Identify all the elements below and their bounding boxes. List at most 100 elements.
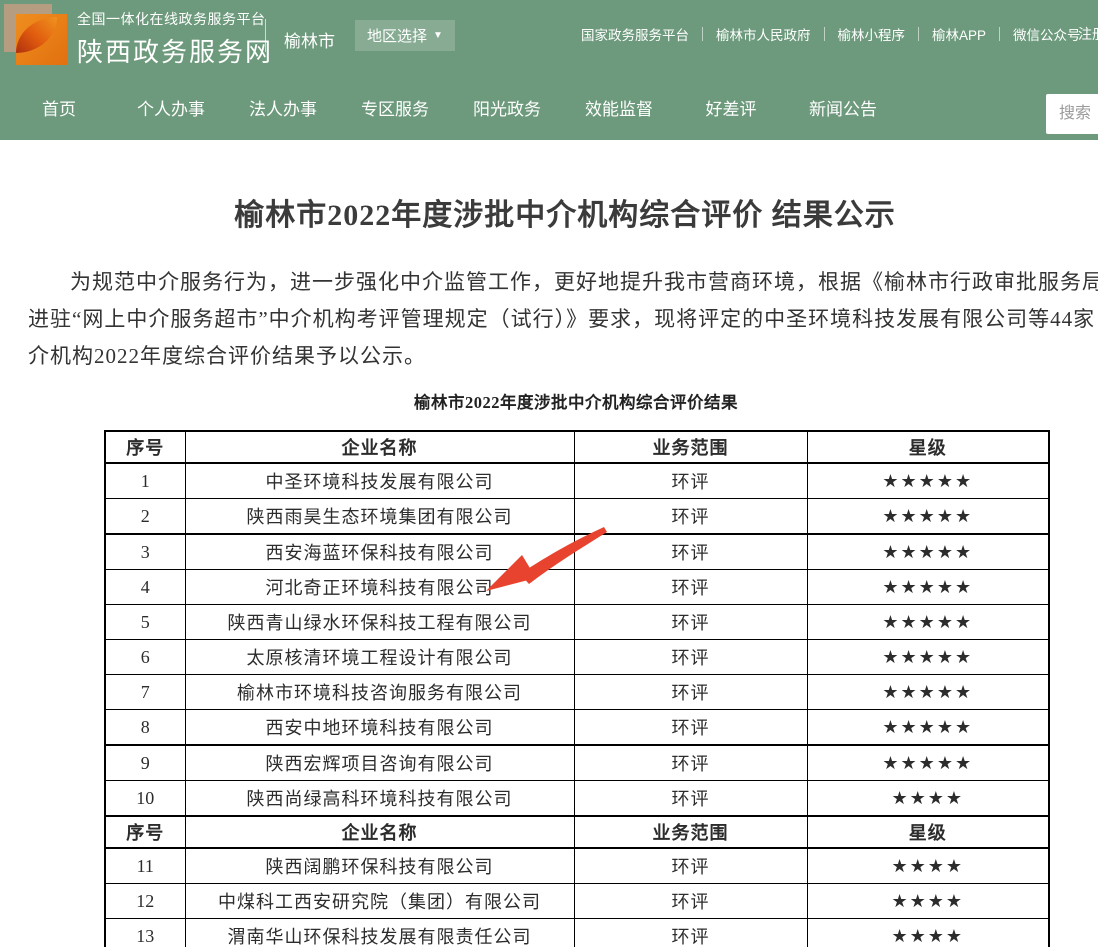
column-header: 星级 bbox=[807, 816, 1049, 848]
table-header-row: 序号企业名称业务范围星级 bbox=[105, 431, 1049, 463]
notice-paragraph: 为规范中介服务行为，进一步强化中介监管工作，更好地提升我市营商环境，根据《榆林市… bbox=[28, 264, 1098, 375]
name-value: 河北奇正环境科技有限公司 bbox=[185, 570, 574, 605]
table-row: 6太原核清环境工程设计有限公司环评★★★★★ bbox=[105, 640, 1049, 675]
star-value: ★★★★★ bbox=[807, 499, 1049, 535]
star-value: ★★★★★ bbox=[807, 570, 1049, 605]
table-row: 5陕西青山绿水环保科技工程有限公司环评★★★★★ bbox=[105, 605, 1049, 640]
column-header: 序号 bbox=[105, 816, 185, 848]
star-value: ★★★★★ bbox=[807, 463, 1049, 499]
no-value: 7 bbox=[105, 675, 185, 710]
top-links: 国家政务服务平台榆林市人民政府榆林小程序榆林APP微信公众号 bbox=[568, 24, 1094, 44]
nav-item[interactable]: 新闻公告 bbox=[787, 92, 899, 128]
table-row: 9陕西宏辉项目咨询有限公司环评★★★★★ bbox=[105, 745, 1049, 781]
star-value: ★★★★ bbox=[807, 848, 1049, 884]
no-value: 1 bbox=[105, 463, 185, 499]
star-value: ★★★★★ bbox=[807, 605, 1049, 640]
nav-item[interactable]: 首页 bbox=[3, 92, 115, 128]
scope-value: 环评 bbox=[574, 640, 807, 675]
no-value: 6 bbox=[105, 640, 185, 675]
nav-item[interactable]: 好差评 bbox=[675, 92, 787, 128]
table-row: 11陕西阔鹏环保科技有限公司环评★★★★ bbox=[105, 848, 1049, 884]
scope-value: 环评 bbox=[574, 884, 807, 919]
no-value: 9 bbox=[105, 745, 185, 781]
page: 全国一体化在线政务服务平台 陕西政务服务网 榆林市 地区选择 ▼ 国家政务服务平… bbox=[0, 0, 1098, 947]
site-name: 陕西政务服务网 bbox=[77, 32, 273, 69]
column-header: 星级 bbox=[807, 431, 1049, 463]
evaluation-results-table: 序号企业名称业务范围星级1中圣环境科技发展有限公司环评★★★★★2陕西雨昊生态环… bbox=[104, 430, 1050, 947]
column-header: 业务范围 bbox=[574, 431, 807, 463]
column-header: 序号 bbox=[105, 431, 185, 463]
top-link[interactable]: 榆林小程序 bbox=[825, 24, 919, 44]
table-caption: 榆林市2022年度涉批中介机构综合评价结果 bbox=[0, 389, 1098, 413]
chevron-down-icon: ▼ bbox=[433, 31, 443, 41]
star-value: ★★★★★ bbox=[807, 640, 1049, 675]
no-value: 8 bbox=[105, 710, 185, 746]
no-value: 13 bbox=[105, 919, 185, 947]
scope-value: 环评 bbox=[574, 919, 807, 947]
star-value: ★★★★ bbox=[807, 884, 1049, 919]
region-selector-button[interactable]: 地区选择 ▼ bbox=[355, 20, 455, 51]
star-value: ★★★★ bbox=[807, 781, 1049, 817]
column-header: 业务范围 bbox=[574, 816, 807, 848]
name-value: 中圣环境科技发展有限公司 bbox=[185, 463, 574, 499]
no-value: 2 bbox=[105, 499, 185, 535]
page-title: 榆林市2022年度涉批中介机构综合评价 结果公示 bbox=[0, 190, 1098, 234]
scope-value: 环评 bbox=[574, 710, 807, 746]
nav-item[interactable]: 个人办事 bbox=[115, 92, 227, 128]
star-value: ★★★★ bbox=[807, 919, 1049, 947]
name-value: 西安海蓝环保科技有限公司 bbox=[185, 534, 574, 570]
no-value: 5 bbox=[105, 605, 185, 640]
top-link[interactable]: 榆林市人民政府 bbox=[703, 24, 824, 44]
no-value: 4 bbox=[105, 570, 185, 605]
table-row: 12中煤科工西安研究院（集团）有限公司环评★★★★ bbox=[105, 884, 1049, 919]
name-value: 陕西宏辉项目咨询有限公司 bbox=[185, 745, 574, 781]
nav-item[interactable]: 专区服务 bbox=[339, 92, 451, 128]
table-row: 8西安中地环境科技有限公司环评★★★★★ bbox=[105, 710, 1049, 746]
scope-value: 环评 bbox=[574, 745, 807, 781]
table-row: 13渭南华山环保科技发展有限责任公司环评★★★★ bbox=[105, 919, 1049, 947]
scope-value: 环评 bbox=[574, 675, 807, 710]
table-row: 10陕西尚绿高科环境科技有限公司环评★★★★ bbox=[105, 781, 1049, 817]
nav-item[interactable]: 阳光政务 bbox=[451, 92, 563, 128]
name-value: 太原核清环境工程设计有限公司 bbox=[185, 640, 574, 675]
table-row: 3西安海蓝环保科技有限公司环评★★★★★ bbox=[105, 534, 1049, 570]
nav-item[interactable]: 效能监督 bbox=[563, 92, 675, 128]
name-value: 西安中地环境科技有限公司 bbox=[185, 710, 574, 746]
column-header: 企业名称 bbox=[185, 816, 574, 848]
platform-label: 全国一体化在线政务服务平台 bbox=[77, 9, 273, 29]
paragraph-line: 进驻“网上中介服务超市”中介机构考评管理规定（试行）》要求，现将评定的中圣环境科… bbox=[28, 301, 1098, 338]
scope-value: 环评 bbox=[574, 605, 807, 640]
name-value: 陕西尚绿高科环境科技有限公司 bbox=[185, 781, 574, 817]
table-row: 1中圣环境科技发展有限公司环评★★★★★ bbox=[105, 463, 1049, 499]
paragraph-line: 为规范中介服务行为，进一步强化中介监管工作，更好地提升我市营商环境，根据《榆林市… bbox=[28, 264, 1098, 301]
scope-value: 环评 bbox=[574, 463, 807, 499]
table-header-row: 序号企业名称业务范围星级 bbox=[105, 816, 1049, 848]
name-value: 陕西阔鹏环保科技有限公司 bbox=[185, 848, 574, 884]
table-row: 2陕西雨昊生态环境集团有限公司环评★★★★★ bbox=[105, 499, 1049, 535]
nav-item[interactable]: 法人办事 bbox=[227, 92, 339, 128]
name-value: 中煤科工西安研究院（集团）有限公司 bbox=[185, 884, 574, 919]
top-link[interactable]: 国家政务服务平台 bbox=[568, 24, 702, 44]
search-box[interactable] bbox=[1046, 94, 1098, 134]
scope-value: 环评 bbox=[574, 534, 807, 570]
column-header: 企业名称 bbox=[185, 431, 574, 463]
scope-value: 环评 bbox=[574, 570, 807, 605]
name-value: 陕西青山绿水环保科技工程有限公司 bbox=[185, 605, 574, 640]
table-row: 4河北奇正环境科技有限公司环评★★★★★ bbox=[105, 570, 1049, 605]
name-value: 陕西雨昊生态环境集团有限公司 bbox=[185, 499, 574, 535]
scope-value: 环评 bbox=[574, 781, 807, 817]
header-divider bbox=[265, 19, 266, 52]
star-value: ★★★★★ bbox=[807, 534, 1049, 570]
scope-value: 环评 bbox=[574, 848, 807, 884]
no-value: 11 bbox=[105, 848, 185, 884]
table-row: 7榆林市环境科技咨询服务有限公司环评★★★★★ bbox=[105, 675, 1049, 710]
site-logo[interactable] bbox=[4, 4, 70, 68]
top-link[interactable]: 榆林APP bbox=[919, 24, 999, 44]
main-nav: 首页个人办事法人办事专区服务阳光政务效能监督好差评新闻公告 bbox=[3, 92, 899, 128]
register-link[interactable]: 注册 bbox=[1078, 24, 1098, 44]
name-value: 渭南华山环保科技发展有限责任公司 bbox=[185, 919, 574, 947]
search-input[interactable] bbox=[1057, 104, 1098, 124]
region-selector-label: 地区选择 bbox=[367, 25, 427, 46]
brand-block: 全国一体化在线政务服务平台 陕西政务服务网 bbox=[77, 9, 273, 69]
star-value: ★★★★★ bbox=[807, 675, 1049, 710]
